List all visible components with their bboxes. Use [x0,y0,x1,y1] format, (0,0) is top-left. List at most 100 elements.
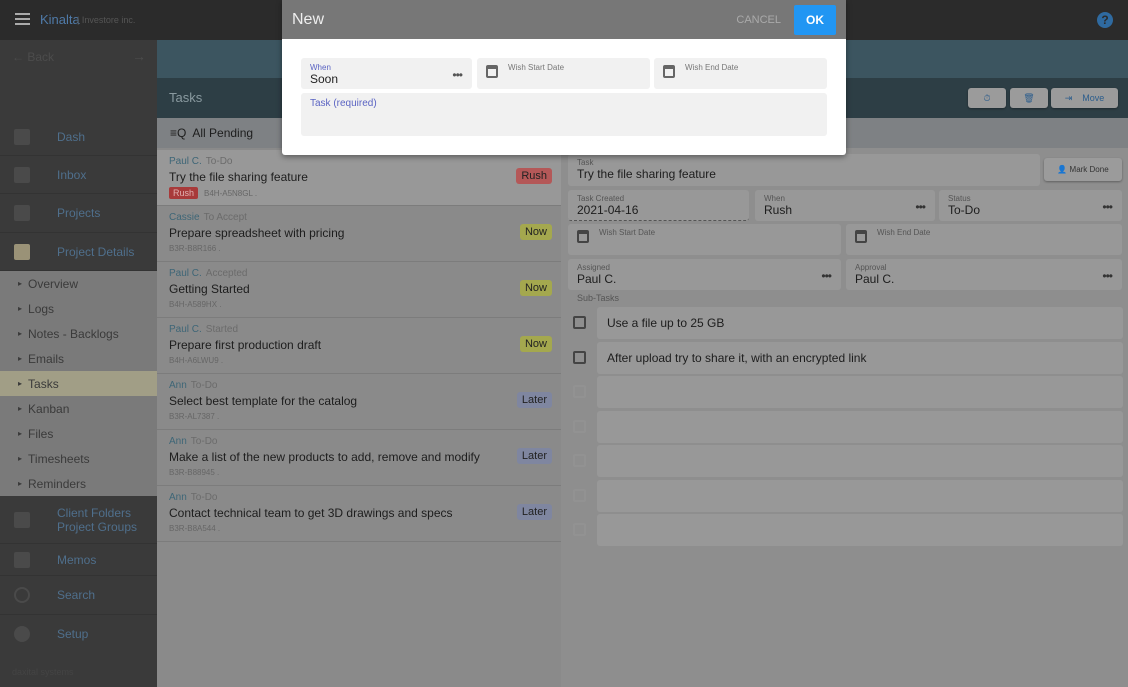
task-code: B4H-A6LWU9 . [169,356,224,365]
approval-field[interactable]: Approval Paul C. ••• [846,259,1122,290]
move-icon: ⇥ [1064,92,1073,103]
filter-search-icon: ≡Q [170,126,187,140]
task-code: B3R-B88945 . [169,468,220,477]
calendar-icon [663,65,675,79]
sidebar-item-project-details[interactable]: Project Details [0,233,157,271]
ok-button[interactable]: OK [794,4,836,35]
sidebar-item-memos[interactable]: Memos [0,544,157,576]
wish-start-date-field[interactable]: Wish Start Date [568,224,841,255]
when-badge: Later [516,504,552,520]
task-assignee: Paul C. To-Do [169,156,233,167]
task-row[interactable]: Cassie To Accept Prepare spreadsheet with… [157,206,561,262]
task-status: To-Do [190,380,218,391]
delete-button[interactable]: 🗑 [1010,88,1048,108]
sidebar-item-projects[interactable]: Projects [0,194,157,233]
when-badge: Rush [516,168,552,184]
task-title: Getting Started [169,282,250,296]
when-field[interactable]: When Rush ••• [755,190,935,221]
task-row[interactable]: Paul C. Started Prepare first production … [157,318,561,374]
sidebar-sub-emails[interactable]: Emails [0,346,157,371]
sidebar-sub-files[interactable]: Files [0,421,157,446]
subtask-input[interactable] [597,479,1123,512]
dialog-wish-start-date[interactable]: Wish Start Date [477,58,650,89]
timer-button[interactable]: ⏱ [968,88,1006,108]
person-check-icon: 👤 [1057,165,1068,174]
task-field[interactable]: Task Try the file sharing feature [568,154,1040,186]
org-name: | Investore inc. [77,15,136,25]
task-assignee: Ann To-Do [169,380,218,391]
task-status: To-Do [205,156,233,167]
task-row[interactable]: Ann To-Do Select best template for the ca… [157,374,561,430]
task-code: Rush B4H-A5N8GL . [169,187,549,199]
subtask-input[interactable]: Use a file up to 25 GB [597,307,1123,339]
subtask-input[interactable] [597,376,1123,408]
sidebar-item-setup[interactable]: Setup [0,615,157,653]
subtask-checkbox[interactable] [573,523,586,536]
task-code: B3R-AL7387 . [169,412,220,421]
sidebar-sub-logs[interactable]: Logs [0,296,157,321]
assigned-field[interactable]: Assigned Paul C. ••• [568,259,841,290]
task-title: Select best template for the catalog [169,394,358,408]
help-icon[interactable]: ? [1097,12,1113,28]
task-assignee: Cassie To Accept [169,212,247,223]
subtask-checkbox[interactable] [573,454,586,467]
task-assignee: Paul C. Accepted [169,268,248,279]
forward-icon[interactable]: → [132,48,146,64]
trash-icon: 🗑 [1023,92,1035,103]
when-badge: Now [519,280,552,296]
sidebar-sub-notes[interactable]: Notes - Backlogs [0,321,157,346]
more-icon: ••• [821,269,832,283]
more-icon: ••• [452,68,463,82]
filter-button[interactable]: ≡Q All Pending [170,126,253,140]
dialog-wish-end-date[interactable]: Wish End Date [654,58,827,89]
more-icon: ••• [915,200,926,214]
move-button[interactable]: ⇥ Move [1051,88,1118,108]
task-row[interactable]: Ann To-Do Contact technical team to get 3… [157,486,561,542]
stopwatch-icon: ⏱ [983,92,991,103]
more-icon: ••• [1102,269,1113,283]
folder-icon [14,511,30,528]
task-row[interactable]: Paul C. To-Do Try the file sharing featur… [157,150,561,206]
calendar-icon [577,230,589,244]
sidebar-sub-overview[interactable]: Overview [0,271,157,296]
wish-end-date-field[interactable]: Wish End Date [846,224,1122,255]
task-row[interactable]: Paul C. Accepted Getting Started B4H-A589… [157,262,561,318]
sidebar-sub-tasks[interactable]: Tasks [0,371,157,396]
sidebar-sub-timesheets[interactable]: Timesheets [0,446,157,471]
subtask-checkbox[interactable] [573,316,586,329]
when-badge: Now [519,336,552,352]
dialog-when-field[interactable]: When Soon ••• [301,58,472,89]
person-icon [14,128,30,145]
task-row[interactable]: Ann To-Do Make a list of the new products… [157,430,561,486]
subtask-input[interactable]: After upload try to share it, with an en… [597,341,1123,374]
sidebar-item-inbox[interactable]: Inbox [0,156,157,194]
status-field[interactable]: Status To-Do ••• [939,190,1122,221]
sidebar-sub-reminders[interactable]: Reminders [0,471,157,496]
brand: Kinalta [40,12,80,27]
subtask-input[interactable] [597,445,1123,477]
dialog-title: New [292,10,325,28]
cancel-button[interactable]: CANCEL [736,14,781,26]
list-icon [14,205,30,221]
dialog-task-input[interactable]: Task (required) [301,93,827,136]
subtask-checkbox[interactable] [573,488,586,502]
sidebar-item-dash[interactable]: Dash [0,118,157,156]
back-button[interactable]: ← Back [12,50,54,64]
subtask-checkbox[interactable] [573,350,586,364]
sidebar: ← Back → Dash Inbox Projects Project Det… [0,40,157,687]
subtask-checkbox[interactable] [573,419,586,433]
mark-done-button[interactable]: 👤 Mark Done [1044,158,1122,181]
subtask-input[interactable] [597,410,1123,443]
task-code: B4H-A589HX . [169,300,222,309]
sidebar-item-client-folders[interactable]: Client Folders Project Groups [0,496,157,544]
subtask-input[interactable] [597,514,1123,546]
menu-icon[interactable] [15,13,30,25]
sidebar-sub-kanban[interactable]: Kanban [0,396,157,421]
subtask-checkbox[interactable] [573,385,586,398]
task-code: B3R-B8A544 . [169,524,221,533]
document-icon [14,551,30,568]
new-task-dialog: New CANCEL OK When Soon ••• Wish Start Dat… [282,0,846,155]
task-assignee: Ann To-Do [169,492,218,503]
task-title: Contact technical team to get 3D drawing… [169,506,453,520]
sidebar-item-search[interactable]: Search [0,576,157,615]
